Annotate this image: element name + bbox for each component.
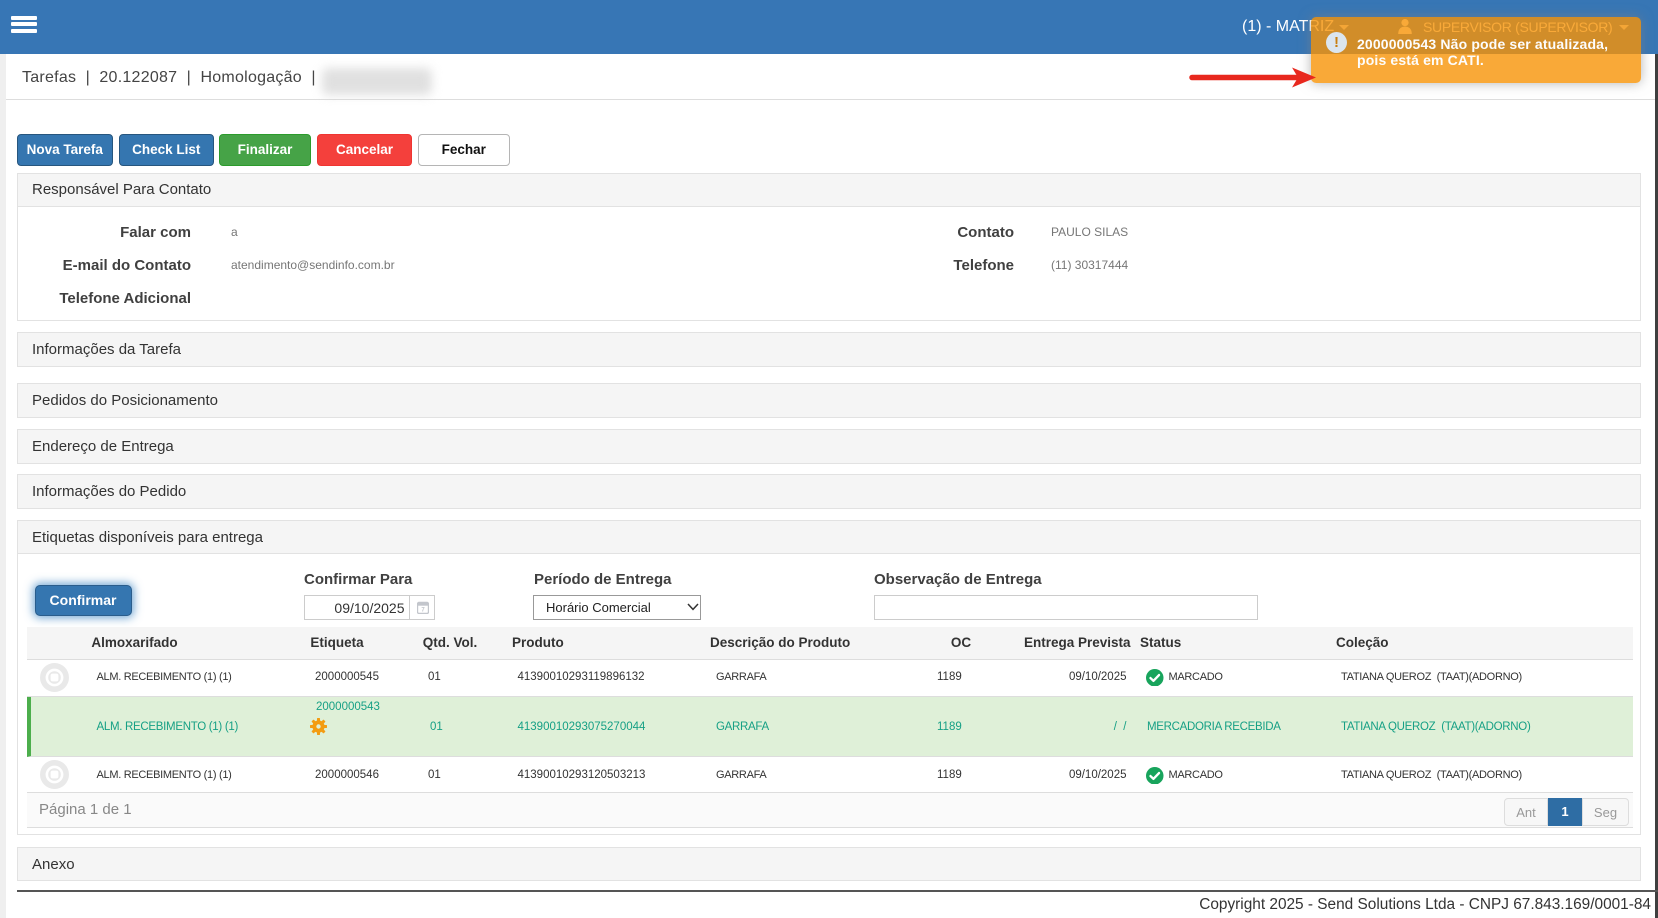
svg-text:7: 7 bbox=[421, 608, 425, 614]
